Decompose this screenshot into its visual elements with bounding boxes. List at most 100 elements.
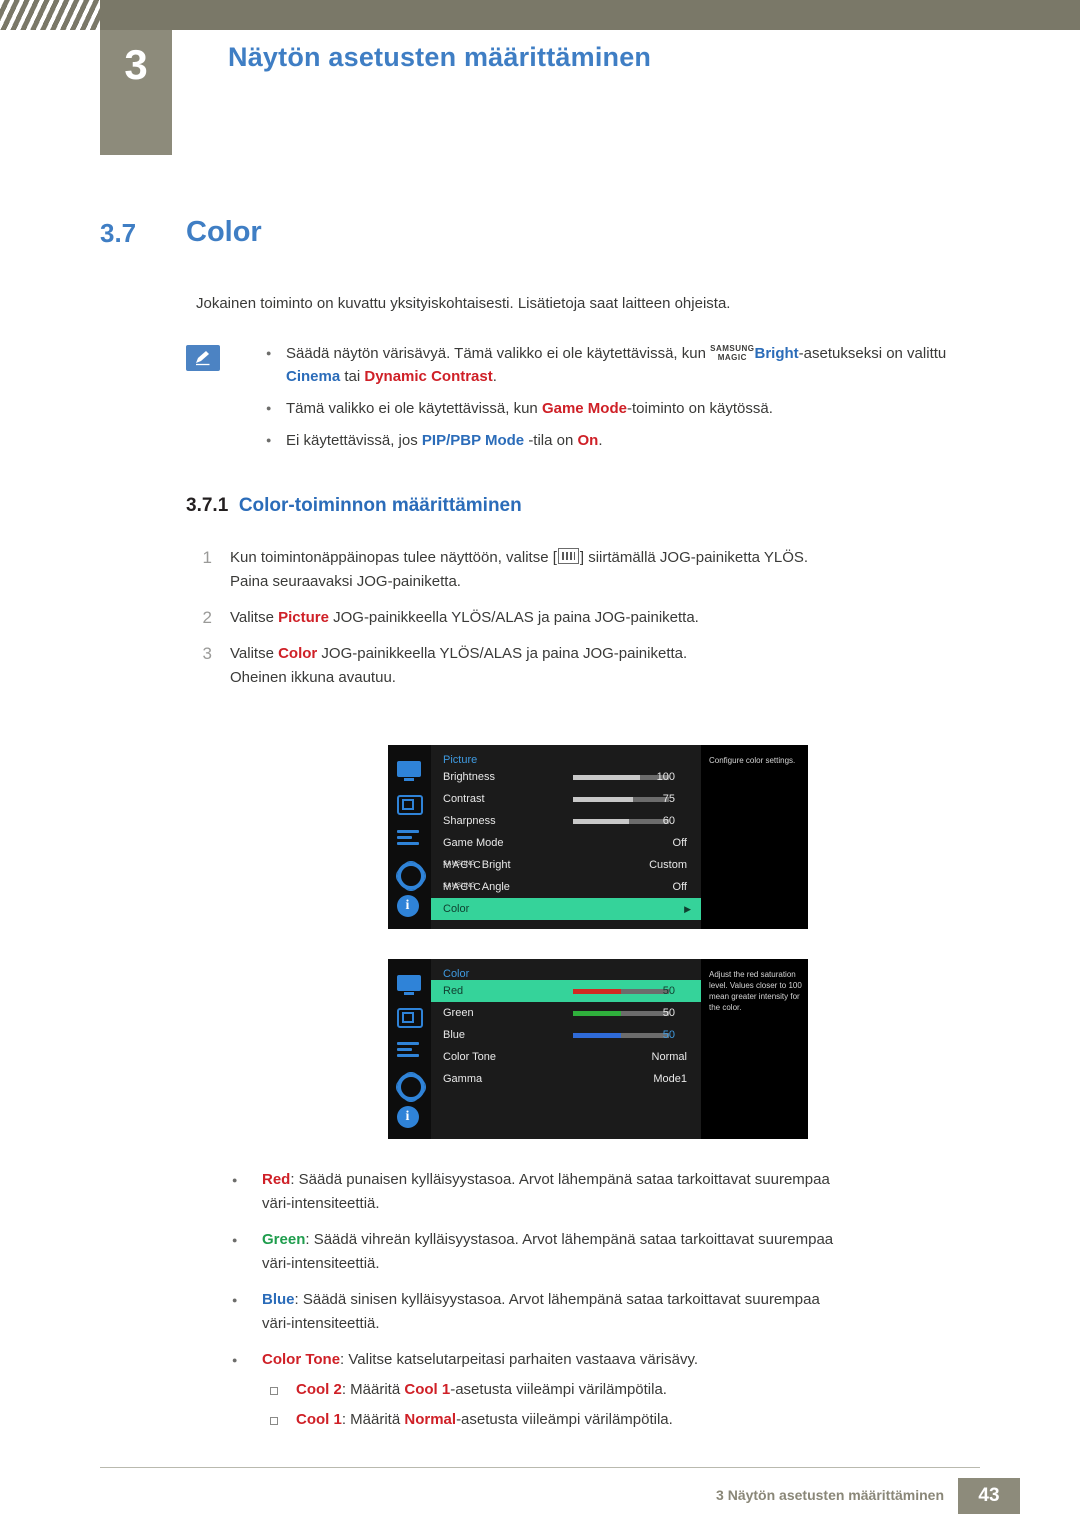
- osd-2-row-red-selected[interactable]: Red 50: [431, 980, 701, 1002]
- step-1-sub: Paina seuraavaksi JOG-painiketta.: [230, 573, 461, 590]
- description-bullet-list: Red: Säädä punaisen kylläisyystasoa. Arv…: [228, 1168, 1028, 1438]
- osd-1-row-sharpness[interactable]: Sharpness 60: [431, 810, 701, 832]
- note-1-pre: Säädä näytön värisävyä. Tämä valikko ei …: [286, 345, 711, 362]
- step-2-picture: Picture: [278, 609, 329, 626]
- osd-1-sharpness-bar[interactable]: [573, 819, 669, 824]
- osd-2-color-tone-label: Color Tone: [443, 1051, 496, 1063]
- note-2-post: -toiminto on käytössä.: [626, 400, 773, 417]
- osd-1-help-text: Configure color settings.: [701, 745, 808, 929]
- osd-1-row-magicangle[interactable]: SAMSUNG MAGICAngle Off: [431, 876, 701, 898]
- pip-pbp-icon[interactable]: [396, 1004, 423, 1028]
- note-1-cinema: Cinema: [286, 368, 341, 385]
- note-3-mid: -tila on: [528, 432, 578, 449]
- osd-1-magicbright-label: SAMSUNG MAGICBright: [443, 854, 511, 877]
- osd-1-title: Picture: [443, 754, 478, 766]
- osd-2-red-label: Red: [443, 985, 464, 997]
- osd-screenshot-color-menu: i Color Red 50 Green 50 Blue 50 Color To…: [388, 959, 808, 1139]
- osd-2-icon-rail: i: [388, 959, 431, 1139]
- intro-paragraph: Jokainen toiminto on kuvattu yksityiskoh…: [196, 295, 731, 312]
- pip-pbp-icon[interactable]: [396, 791, 423, 815]
- osd-2-red-bar[interactable]: [573, 989, 669, 994]
- osd-1-color-label: Color: [443, 903, 470, 915]
- step-2-number: 2: [202, 608, 212, 627]
- sub-bullet-cool2-term: Cool 2: [296, 1381, 342, 1398]
- osd-2-menu-panel: Color Red 50 Green 50 Blue 50 Color Tone…: [431, 959, 701, 1139]
- subsection-title: Color-toiminnon määrittäminen: [238, 495, 522, 516]
- osd-2-green-bar[interactable]: [573, 1011, 669, 1016]
- osd-1-brightness-bar[interactable]: [573, 775, 669, 780]
- osd-1-row-color-selected[interactable]: Color ▶: [431, 898, 701, 920]
- osd-1-sharpness-label: Sharpness: [443, 815, 496, 827]
- osd-2-green-label: Green: [443, 1007, 474, 1019]
- sub-bullet-cool-1: Cool 1: Määritä Normal-asetusta viileämp…: [262, 1408, 1028, 1432]
- information-icon[interactable]: i: [396, 1106, 423, 1129]
- bullet-red: Red: Säädä punaisen kylläisyystasoa. Arv…: [228, 1168, 1028, 1216]
- bullet-blue-term: Blue: [262, 1291, 295, 1308]
- chapter-title: Näytön asetusten määrittäminen: [228, 42, 652, 72]
- osd-1-contrast-bar[interactable]: [573, 797, 669, 802]
- osd-1-magicangle-suffix: Angle: [481, 881, 510, 893]
- bullet-red-text: : Säädä punaisen kylläisyystasoa. Arvot …: [290, 1171, 830, 1188]
- step-1-text-b: ] siirtämällä JOG-painiketta YLÖS.: [579, 549, 809, 566]
- osd-2-gamma-label: Gamma: [443, 1073, 483, 1085]
- bullet-red-line2: väri-intensiteettiä.: [262, 1195, 380, 1212]
- footer-divider: [100, 1467, 980, 1468]
- osd-2-blue-bar[interactable]: [573, 1033, 669, 1038]
- osd-2-row-gamma[interactable]: Gamma Mode1: [431, 1068, 701, 1090]
- step-3-text-a: Valitse: [230, 645, 279, 662]
- step-3-text-b: JOG-painikkeella YLÖS/ALAS ja paina JOG-…: [317, 645, 688, 662]
- subsection-number: 3.7.1: [186, 495, 229, 516]
- picture-monitor-icon[interactable]: [396, 757, 423, 781]
- osd-2-gamma-value: Mode1: [653, 1073, 687, 1085]
- step-3-color: Color: [278, 645, 318, 662]
- step-1-text-a: Kun toimintonäppäinopas tulee näyttöön, …: [230, 549, 557, 566]
- osd-1-magicbright-tiny: SAMSUNG: [443, 861, 476, 867]
- bullet-blue-line2: väri-intensiteettiä.: [262, 1315, 380, 1332]
- bullet-color-tone-term: Color Tone: [262, 1351, 341, 1368]
- osd-1-row-magicbright[interactable]: SAMSUNG MAGICBright Custom: [431, 854, 701, 876]
- step-1: 1 Kun toimintonäppäinopas tulee näyttöön…: [192, 546, 1022, 594]
- osd-2-row-blue[interactable]: Blue 50: [431, 1024, 701, 1046]
- magic-top-text: SAMSUNG: [710, 344, 755, 354]
- note-3-post: .: [598, 432, 603, 449]
- numbered-steps: 1 Kun toimintonäppäinopas tulee näyttöön…: [192, 546, 1022, 702]
- osd-1-row-game-mode[interactable]: Game Mode Off: [431, 832, 701, 854]
- osd-1-magicbright-suffix: Bright: [481, 859, 511, 871]
- osd-2-row-color-tone[interactable]: Color Tone Normal: [431, 1046, 701, 1068]
- picture-monitor-icon[interactable]: [396, 971, 423, 995]
- osd-2-row-green[interactable]: Green 50: [431, 1002, 701, 1024]
- osd-1-row-brightness[interactable]: Brightness 100: [431, 766, 701, 788]
- osd-1-magicangle-value: Off: [672, 881, 687, 893]
- osd-2-color-tone-value: Normal: [651, 1051, 687, 1063]
- bullet-green: Green: Säädä vihreän kylläisyystasoa. Ar…: [228, 1228, 1028, 1276]
- step-2-text-a: Valitse: [230, 609, 279, 626]
- note-3-on: On: [577, 432, 599, 449]
- bullet-blue-text: : Säädä sinisen kylläisyystasoa. Arvot l…: [294, 1291, 820, 1308]
- note-1-end: .: [492, 368, 497, 385]
- information-icon[interactable]: i: [396, 895, 423, 919]
- osd-1-brightness-value: 100: [656, 771, 675, 783]
- onscreen-display-icon[interactable]: [396, 825, 423, 849]
- system-gear-icon[interactable]: [396, 1070, 425, 1101]
- note-3-pip-pbp: PIP/PBP Mode: [421, 432, 529, 449]
- osd-2-title: Color: [443, 968, 470, 980]
- osd-1-game-mode-value: Off: [672, 837, 687, 849]
- system-gear-icon[interactable]: [396, 859, 425, 890]
- chevron-right-icon: ▶: [684, 904, 691, 914]
- step-2-text-b: JOG-painikkeella YLÖS/ALAS ja paina JOG-…: [328, 609, 699, 626]
- section-number: 3.7: [100, 218, 137, 248]
- step-3: 3 Valitse Color JOG-painikkeella YLÖS/AL…: [192, 642, 1022, 690]
- osd-2-blue-value: 50: [662, 1029, 675, 1041]
- onscreen-display-icon[interactable]: [396, 1037, 423, 1060]
- step-2: 2 Valitse Picture JOG-painikkeella YLÖS/…: [192, 606, 1022, 630]
- note-1-dynamic-contrast: Dynamic Contrast: [364, 368, 493, 385]
- sub-bullet-cool1-post: -asetusta viileämpi värilämpötila.: [456, 1411, 673, 1428]
- note-pencil-icon: [186, 345, 220, 371]
- osd-1-icon-rail: i: [388, 745, 431, 929]
- chapter-number: 3: [124, 41, 148, 88]
- sub-bullet-cool1-ref: Normal: [404, 1411, 457, 1428]
- osd-2-green-value: 50: [662, 1007, 675, 1019]
- osd-2-red-value: 50: [662, 985, 675, 997]
- osd-1-row-contrast[interactable]: Contrast 75: [431, 788, 701, 810]
- osd-1-sharpness-value: 60: [662, 815, 675, 827]
